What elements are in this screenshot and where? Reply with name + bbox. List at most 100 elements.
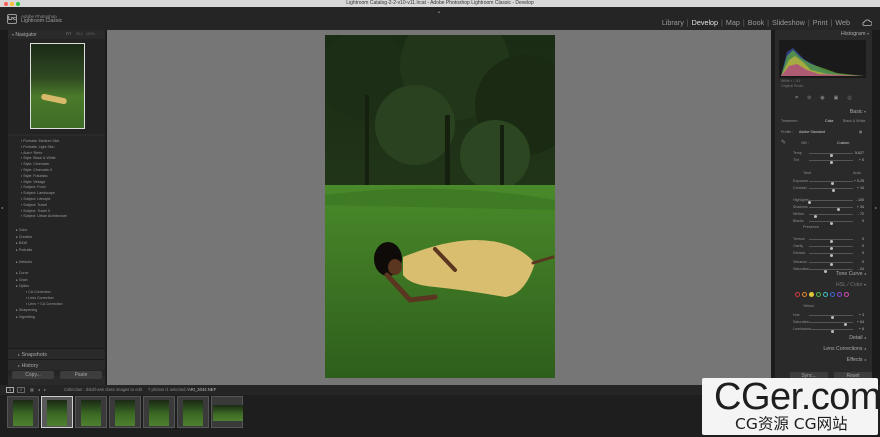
right-panel-toggle-icon[interactable]: ▸ — [875, 205, 877, 210]
profile-select[interactable]: Adobe Standard — [799, 130, 825, 134]
slider-whites[interactable]: Whites - 72 — [779, 211, 868, 218]
slider-blacks[interactable]: Blacks 0 — [779, 218, 868, 225]
zoom-fill[interactable]: FILL — [76, 30, 83, 39]
module-library[interactable]: Library — [662, 18, 684, 27]
treatment-bw-option[interactable]: Black & White — [843, 119, 865, 123]
slider-track[interactable] — [809, 239, 853, 243]
navigator-header[interactable]: ▾ Navigator FIT FILL 100% — [8, 30, 105, 39]
slider-highlights[interactable]: Highlights - 100 — [779, 197, 868, 204]
slider-texture[interactable]: Texture 0 — [779, 236, 868, 243]
module-develop[interactable]: Develop — [692, 18, 718, 27]
slider-track[interactable] — [809, 315, 853, 319]
slider-track[interactable] — [809, 214, 853, 218]
minimize-window-button[interactable] — [10, 1, 14, 6]
screen-2-button[interactable]: 2 — [17, 387, 25, 393]
settings-tool-icon[interactable]: ◎ — [847, 92, 851, 104]
purple-swatch[interactable] — [837, 292, 842, 297]
effects-header[interactable]: Effects ◂ — [775, 357, 872, 363]
filmstrip-thumb[interactable] — [177, 396, 209, 428]
tone-auto-button[interactable]: Auto — [853, 171, 861, 175]
slider-value[interactable]: 0 — [862, 218, 864, 224]
red-swatch[interactable] — [795, 292, 800, 297]
slider-track[interactable] — [809, 329, 853, 333]
left-panel-toggle-icon[interactable]: ◂ — [1, 205, 3, 210]
close-window-button[interactable] — [4, 1, 8, 6]
blue-swatch[interactable] — [830, 292, 835, 297]
preset-group[interactable]: ▸ Portraits — [8, 247, 105, 254]
slider-value[interactable]: + 8 — [859, 326, 864, 332]
preset-group[interactable]: ▸ Curve — [8, 270, 105, 277]
slider-luminance[interactable]: Luminance + 8 — [779, 326, 868, 333]
wb-select[interactable]: Custom — [837, 141, 849, 145]
collection-info[interactable]: Collection : dsldrl-ase class images to … — [64, 385, 142, 395]
main-photo[interactable] — [325, 35, 555, 378]
slider-value[interactable]: + 10 — [857, 185, 864, 191]
slider-track[interactable] — [809, 253, 853, 257]
preset-group[interactable]: ▸ B&W — [8, 240, 105, 247]
zoom-100[interactable]: 100% — [86, 30, 95, 39]
slider-value[interactable]: + 3 — [859, 312, 864, 318]
slider-knob[interactable] — [829, 254, 833, 257]
slider-value[interactable]: 0 — [862, 236, 864, 242]
slider-saturation[interactable]: Saturation + 64 — [779, 319, 868, 326]
filmstrip-thumb[interactable] — [109, 396, 141, 428]
slider-knob[interactable] — [829, 222, 833, 225]
hsl-header[interactable]: HSL / Color ▾ — [775, 282, 872, 288]
module-slideshow[interactable]: Slideshow — [772, 18, 805, 27]
back-arrow-icon[interactable]: ◂ — [38, 385, 40, 395]
tone-curve-header[interactable]: Tone Curve ◂ — [775, 271, 872, 277]
screen-1-button[interactable]: 1 — [6, 387, 14, 393]
filmstrip-thumb[interactable] — [143, 396, 175, 428]
green-swatch[interactable] — [816, 292, 821, 297]
grid-view-icon[interactable]: ▦ — [30, 385, 34, 395]
lens-corrections-header[interactable]: Lens Corrections ◂ — [775, 346, 872, 352]
module-print[interactable]: Print — [813, 18, 828, 27]
preset-group[interactable]: ▸ Grain — [8, 277, 105, 284]
red-eye-icon[interactable]: ◉ — [820, 92, 824, 104]
magenta-swatch[interactable] — [844, 292, 849, 297]
preset-group[interactable]: ▸ Optics — [8, 283, 105, 290]
slider-value[interactable]: 0 — [862, 259, 864, 265]
zoom-window-button[interactable] — [16, 1, 20, 6]
slider-hue[interactable]: Hue + 3 — [779, 312, 868, 319]
slider-track[interactable] — [809, 207, 853, 211]
slider-value[interactable]: 0 — [862, 250, 864, 256]
profile-browser-icon[interactable]: ▦ — [859, 130, 862, 134]
slider-clarity[interactable]: Clarity 0 — [779, 243, 868, 250]
crop-tool-icon[interactable]: ⌗ — [795, 92, 798, 104]
slider-track[interactable] — [809, 153, 853, 157]
navigator-thumbnail[interactable] — [30, 43, 85, 129]
slider-temp[interactable]: Temp 5,627 — [779, 150, 868, 157]
slider-track[interactable] — [809, 246, 853, 250]
slider-shadows[interactable]: Shadows + 34 — [779, 204, 868, 211]
copy-settings-button[interactable]: Copy... — [12, 371, 54, 379]
slider-value[interactable]: + 0.25 — [854, 178, 864, 184]
slider-knob[interactable] — [831, 330, 835, 333]
histogram-header[interactable]: Histogram ▾ — [775, 31, 869, 37]
forward-arrow-icon[interactable]: ▸ — [44, 385, 46, 395]
slider-value[interactable]: 5,627 — [855, 150, 864, 156]
slider-value[interactable]: 0 — [862, 243, 864, 249]
snapshots-header[interactable]: ▸ Snapshots — [8, 348, 105, 359]
paste-settings-button[interactable]: Paste — [60, 371, 102, 379]
yellow-swatch[interactable] — [809, 292, 814, 297]
preset-group[interactable]: ▸ Defaults — [8, 259, 105, 266]
slider-track[interactable] — [809, 160, 853, 164]
module-web[interactable]: Web — [835, 18, 850, 27]
slider-tint[interactable]: Tint + 5 — [779, 157, 868, 164]
navigator-preview[interactable] — [8, 39, 105, 134]
module-book[interactable]: Book — [748, 18, 764, 27]
treatment-color-option[interactable]: Color — [825, 119, 834, 123]
slider-dehaze[interactable]: Dehaze 0 — [779, 250, 868, 257]
slider-value[interactable]: + 5 — [859, 157, 864, 163]
slider-contrast[interactable]: Contrast + 10 — [779, 185, 868, 192]
slider-knob[interactable] — [831, 189, 835, 192]
orange-swatch[interactable] — [802, 292, 807, 297]
filmstrip-thumb[interactable] — [75, 396, 107, 428]
preset-group[interactable]: ▸ Sharpening — [8, 307, 105, 314]
slider-exposure[interactable]: Exposure + 0.25 — [779, 178, 868, 185]
slider-track[interactable] — [809, 188, 853, 192]
slider-value[interactable]: - 72 — [858, 211, 864, 217]
slider-track[interactable] — [809, 181, 853, 185]
top-panel-toggle-icon[interactable]: ▴ — [438, 9, 440, 14]
